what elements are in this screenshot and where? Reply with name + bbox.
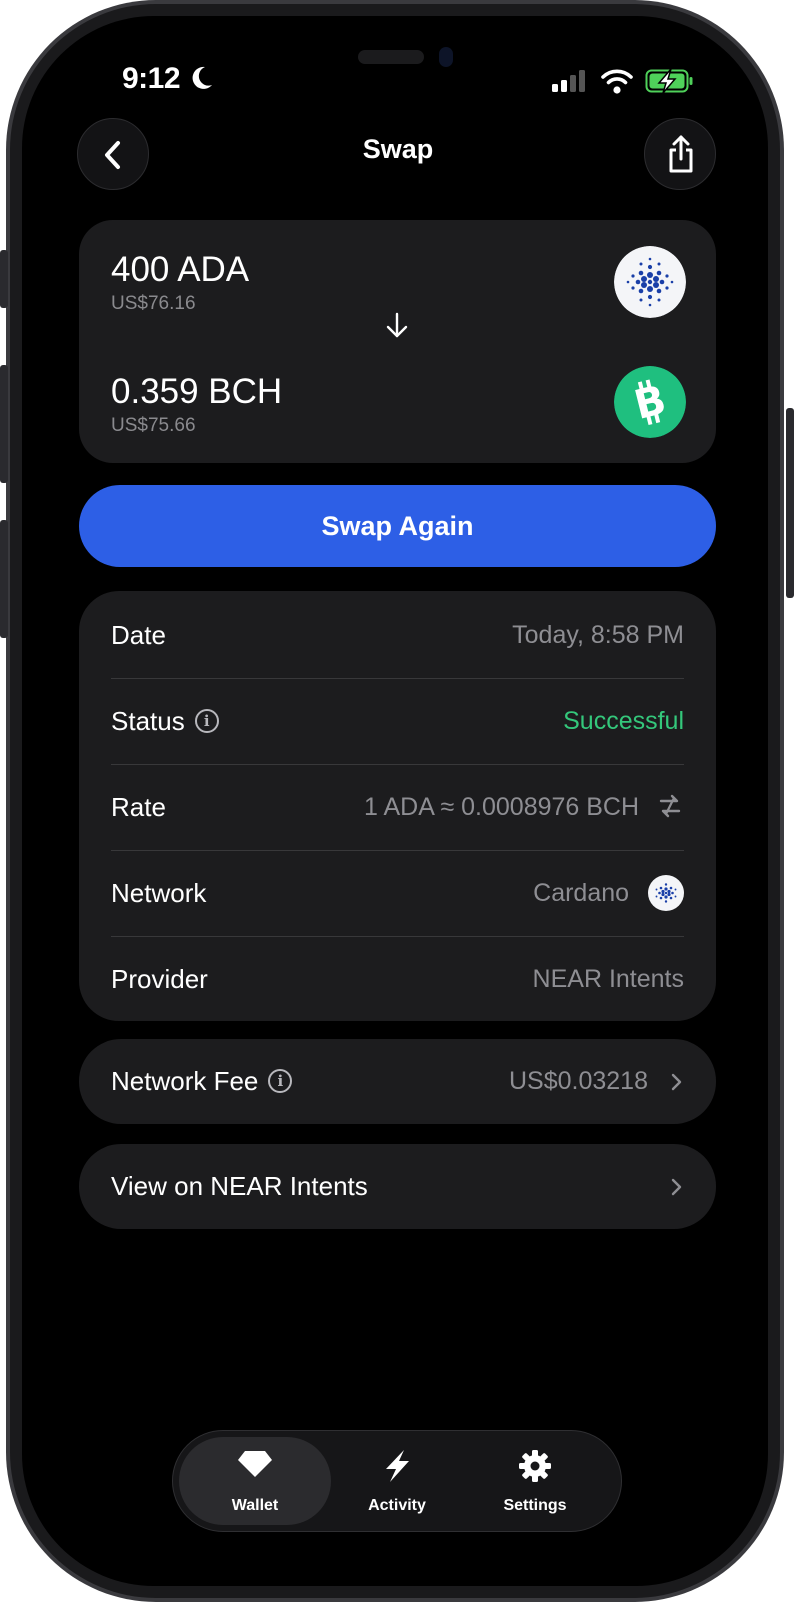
tab-label: Activity [368,1497,426,1514]
cardano-icon [648,875,684,911]
bitcoin-cash-coin-icon: B [614,366,686,438]
tab-settings[interactable]: Settings [459,1437,611,1525]
info-icon[interactable]: i [268,1069,293,1094]
status-row: Status i Successful [79,679,716,764]
to-usd-value: US$75.66 [111,415,196,436]
chevron-right-icon [671,1073,682,1090]
wifi-icon [601,69,633,94]
power-button [786,408,794,598]
status-value: Successful [563,707,684,735]
status-time: 9:12 [122,62,214,96]
date-value: Today, 8:58 PM [512,621,684,649]
earpiece [358,50,424,64]
tab-label: Settings [503,1497,567,1514]
swap-summary-card: 400 ADA US$76.16 0.359 BCH US$75.66 B [79,220,716,463]
share-icon [669,135,693,173]
network-fee-value: US$0.03218 [508,1067,648,1095]
action-button [0,250,8,308]
tab-wallet[interactable]: Wallet [179,1437,331,1525]
from-usd-value: US$76.16 [111,293,196,314]
swap-direction-icon[interactable] [656,792,684,820]
tab-label: Wallet [231,1497,279,1514]
volume-down-button [0,520,8,638]
cardano-coin-icon [614,246,686,318]
view-on-explorer-link[interactable]: View on NEAR Intents [79,1144,716,1229]
rate-row: Rate 1 ADA ≈ 0.0008976 BCH [79,765,716,850]
view-link-label: View on NEAR Intents [111,1171,368,1201]
provider-label: Provider [111,964,208,994]
arrow-down-icon [386,312,408,338]
cellular-signal-icon [552,70,585,92]
rate-label: Rate [111,792,166,822]
to-amount: 0.359 BCH [111,372,283,411]
network-fee-label: Network Fee [111,1066,259,1096]
front-camera [439,47,453,67]
diamond-icon [238,1451,272,1477]
share-button[interactable] [644,118,716,190]
tab-activity[interactable]: Activity [321,1437,473,1525]
from-amount: 400 ADA [111,250,250,289]
info-icon[interactable]: i [194,709,219,734]
rate-value: 1 ADA ≈ 0.0008976 BCH [364,793,640,821]
chevron-right-icon [671,1178,682,1195]
battery-charging-icon [645,68,693,94]
network-label: Network [111,878,207,908]
network-row: Network Cardano [79,851,716,936]
provider-row: Provider NEAR Intents [79,937,716,1022]
moon-icon [192,66,212,89]
network-value: Cardano [533,879,630,907]
gear-icon [519,1450,551,1482]
date-row: Date Today, 8:58 PM [79,593,716,678]
swap-again-button[interactable]: Swap Again [79,485,716,567]
date-label: Date [111,620,166,650]
network-fee-row[interactable]: Network Fee i US$0.03218 [79,1039,716,1124]
provider-value: NEAR Intents [532,965,684,993]
bolt-icon [386,1450,409,1482]
volume-up-button [0,365,8,483]
tab-bar: Wallet Activity Settings [172,1430,622,1532]
status-label: Status [111,706,185,736]
details-card: Date Today, 8:58 PM Status i Successful R… [79,591,716,1021]
